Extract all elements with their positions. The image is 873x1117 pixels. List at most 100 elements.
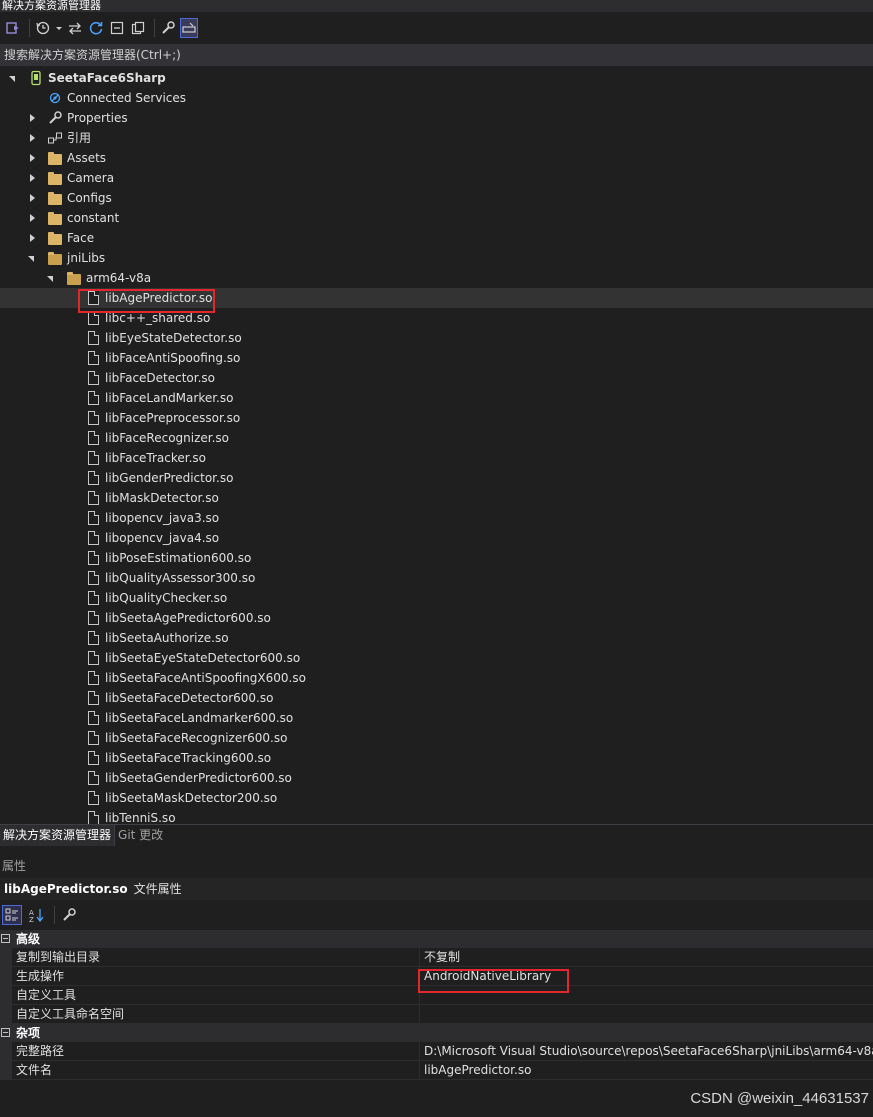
tree-item-label: libEyeStateDetector.so: [105, 331, 242, 345]
preview-selected-icon[interactable]: [180, 18, 198, 38]
tree-file[interactable]: libPoseEstimation600.so: [0, 548, 873, 568]
file-icon: [85, 490, 101, 506]
tab-solution-explorer[interactable]: 解决方案资源管理器: [0, 825, 116, 846]
tree-node[interactable]: constant: [0, 208, 873, 228]
expand-arrow-icon[interactable]: [27, 208, 37, 228]
tree-item-label: libSeetaFaceAntiSpoofingX600.so: [105, 671, 306, 685]
tree-file[interactable]: libSeetaFaceAntiSpoofingX600.so: [0, 668, 873, 688]
tree-item-label: Connected Services: [67, 91, 187, 105]
tree-file[interactable]: libSeetaEyeStateDetector600.so: [0, 648, 873, 668]
tree-node[interactable]: Camera: [0, 168, 873, 188]
tree-item-label: libopencv_java4.so: [105, 531, 220, 545]
file-icon: [85, 630, 101, 646]
file-icon: [85, 330, 101, 346]
tree-file[interactable]: libFaceAntiSpoofing.so: [0, 348, 873, 368]
collapse-box-icon[interactable]: [1, 1028, 10, 1037]
refresh-icon[interactable]: [87, 18, 105, 38]
category-advanced[interactable]: 高级: [0, 930, 873, 948]
toolbar-separator: [154, 19, 155, 37]
toolbar-separator: [29, 19, 30, 37]
expand-arrow-icon[interactable]: [27, 228, 37, 248]
tree-file[interactable]: libSeetaMaskDetector200.so: [0, 788, 873, 808]
file-icon: [85, 750, 101, 766]
tree-node[interactable]: Assets: [0, 148, 873, 168]
property-value[interactable]: 不复制: [424, 948, 460, 966]
property-row[interactable]: 自定义工具命名空间: [0, 1005, 873, 1024]
tree-file[interactable]: libSeetaFaceTracking600.so: [0, 748, 873, 768]
property-pages-wrench-icon[interactable]: [59, 905, 79, 925]
property-value[interactable]: D:\Microsoft Visual Studio\source\repos\…: [424, 1042, 873, 1060]
history-icon[interactable]: [34, 18, 52, 38]
tree-item-label: libSeetaMaskDetector200.so: [105, 791, 278, 805]
collapse-all-icon[interactable]: [108, 18, 126, 38]
tree-file[interactable]: libMaskDetector.so: [0, 488, 873, 508]
tool-window-tabs: 解决方案资源管理器 Git 更改: [0, 824, 873, 846]
tree-node[interactable]: Configs: [0, 188, 873, 208]
category-misc[interactable]: 杂项: [0, 1024, 873, 1042]
expand-arrow-icon[interactable]: [27, 188, 37, 208]
dropdown-arrow-icon[interactable]: [55, 18, 63, 38]
tree-file[interactable]: libFaceDetector.so: [0, 368, 873, 388]
properties-wrench-icon[interactable]: [159, 18, 177, 38]
tree-file[interactable]: libFaceTracker.so: [0, 448, 873, 468]
collapse-arrow-icon[interactable]: [46, 268, 56, 288]
folder-open-icon: [66, 270, 82, 286]
tree-item-label: Assets: [67, 151, 107, 165]
tree-file[interactable]: libFaceRecognizer.so: [0, 428, 873, 448]
switch-views-icon[interactable]: [66, 18, 84, 38]
property-value[interactable]: libAgePredictor.so: [424, 1061, 531, 1079]
property-row[interactable]: 复制到输出目录 不复制: [0, 948, 873, 967]
tree-file[interactable]: libGenderPredictor.so: [0, 468, 873, 488]
tree-node[interactable]: Face: [0, 228, 873, 248]
tree-file[interactable]: libQualityChecker.so: [0, 588, 873, 608]
tree-file[interactable]: libEyeStateDetector.so: [0, 328, 873, 348]
tree-file[interactable]: libSeetaFaceRecognizer600.so: [0, 728, 873, 748]
file-icon: [85, 430, 101, 446]
expand-arrow-icon[interactable]: [27, 168, 37, 188]
expand-arrow-icon[interactable]: [27, 108, 37, 128]
tree-node[interactable]: 引用: [0, 128, 873, 148]
expand-arrow-icon[interactable]: [27, 128, 37, 148]
tree-file[interactable]: libopencv_java4.so: [0, 528, 873, 548]
properties-toolbar: AZ: [0, 902, 873, 928]
folder-icon: [47, 170, 63, 186]
collapse-arrow-icon[interactable]: [8, 68, 18, 88]
collapse-box-icon[interactable]: [1, 934, 10, 943]
tree-node[interactable]: Connected Services: [0, 88, 873, 108]
tree-item-label: libSeetaAgePredictor600.so: [105, 611, 271, 625]
tree-file[interactable]: libSeetaAuthorize.so: [0, 628, 873, 648]
file-icon: [85, 410, 101, 426]
properties-object-selector[interactable]: libAgePredictor.so 文件属性: [0, 878, 873, 900]
file-icon: [85, 790, 101, 806]
search-input[interactable]: 搜索解决方案资源管理器(Ctrl+;): [0, 44, 873, 66]
tree-file[interactable]: libSeetaAgePredictor600.so: [0, 608, 873, 628]
categorized-icon[interactable]: [2, 905, 22, 925]
file-icon: [85, 670, 101, 686]
tree-subfolder[interactable]: arm64-v8a: [0, 268, 873, 288]
alphabetical-sort-icon[interactable]: AZ: [26, 905, 46, 925]
tree-file[interactable]: libSeetaFaceDetector600.so: [0, 688, 873, 708]
sync-icon[interactable]: [4, 18, 22, 38]
expand-arrow-icon[interactable]: [27, 148, 37, 168]
collapse-arrow-icon[interactable]: [27, 248, 37, 268]
property-row[interactable]: 文件名 libAgePredictor.so: [0, 1061, 873, 1080]
property-row[interactable]: 完整路径 D:\Microsoft Visual Studio\source\r…: [0, 1042, 873, 1061]
tab-git-changes[interactable]: Git 更改: [115, 825, 166, 846]
show-all-files-icon[interactable]: [129, 18, 147, 38]
tree-file[interactable]: libSeetaGenderPredictor600.so: [0, 768, 873, 788]
tree-item-label: 引用: [67, 131, 92, 145]
tree-file[interactable]: libFaceLandMarker.so: [0, 388, 873, 408]
project-icon: [28, 70, 44, 86]
tree-file[interactable]: libSeetaFaceLandmarker600.so: [0, 708, 873, 728]
tree-project-node[interactable]: SeetaFace6Sharp: [0, 68, 873, 88]
tree-item-label: libFaceRecognizer.so: [105, 431, 230, 445]
tree-item-label: libSeetaFaceLandmarker600.so: [105, 711, 294, 725]
tree-node[interactable]: jniLibs: [0, 248, 873, 268]
tree-file[interactable]: libopencv_java3.so: [0, 508, 873, 528]
tree-item-label: Configs: [67, 191, 112, 205]
tree-node[interactable]: Properties: [0, 108, 873, 128]
tree-file[interactable]: libTenniS.so: [0, 808, 873, 824]
tree-file[interactable]: libQualityAssessor300.so: [0, 568, 873, 588]
tree-file[interactable]: libFacePreprocessor.so: [0, 408, 873, 428]
file-icon: [85, 350, 101, 366]
